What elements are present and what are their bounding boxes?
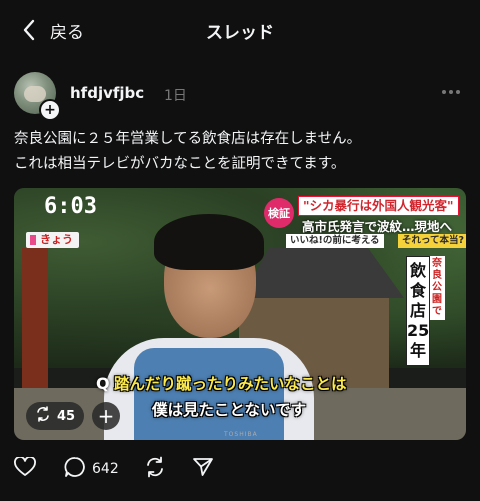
repost-button[interactable] [144,455,172,483]
vertical-label-small: 奈良公園で [429,256,445,320]
tv-brand: TOSHIBA [224,431,258,438]
repost-icon [35,406,51,426]
comment-icon [64,456,86,482]
username[interactable]: hfdjvfjbc [70,84,144,102]
tv-clock: 6:03 [44,194,97,219]
heart-icon [14,456,36,481]
repost-icon [144,456,166,482]
page-title: スレッド [206,23,274,43]
subtitle-q: Q [96,374,110,393]
media-repost-count: 45 [56,408,76,424]
post-header: + hfdjvfjbc 1日 [14,72,466,122]
vertical-label-large: 飲食店25年 [406,256,430,366]
comment-button[interactable]: 642 [64,455,119,483]
media-repost-chip[interactable]: 45 [26,402,84,430]
headline-strip-2: それって本当? [398,234,466,248]
share-button[interactable] [192,455,220,483]
send-icon [192,456,214,482]
more-options-icon[interactable] [442,90,462,96]
comment-count: 642 [92,461,119,477]
headline-badge: 検証 [264,198,294,228]
headline-main: "シカ暴行は外国人観光客" [298,196,459,216]
post-text-line-2: これは相当テレビがバカなことを証明できてます。 [14,156,346,172]
like-button[interactable] [14,455,42,483]
follow-plus-icon[interactable]: + [39,99,61,121]
headline-strip: いいね!の前に考える [286,234,384,248]
tv-headline: 検証 "シカ暴行は外国人観光客" 高市氏発言で波紋…現地へ いいね!の前に考える… [264,194,466,248]
post-text-line-1: 奈良公園に２５年営業してる飲食店は存在しません。 [14,131,362,147]
media-add-button[interactable]: + [92,402,120,430]
post-media[interactable]: 6:03 きょう 検証 "シカ暴行は外国人観光客" 高市氏発言で波紋…現地へ い… [14,188,466,440]
top-bar: 戻る スレッド [0,0,480,60]
post-time: 1日 [164,88,187,104]
headline-sub: 高市氏発言で波紋…現地へ [302,219,453,234]
post-actions: 642 [14,455,466,483]
tv-program-tag: きょう [26,232,79,248]
subtitle-line-2: 僕は見たことないです [152,401,307,419]
post-text: 奈良公園に２５年営業してる飲食店は存在しません。 これは相当テレビがバカなことを… [14,127,466,177]
subtitle-line-1: 踏んだり蹴ったりみたいなことは [114,375,347,393]
